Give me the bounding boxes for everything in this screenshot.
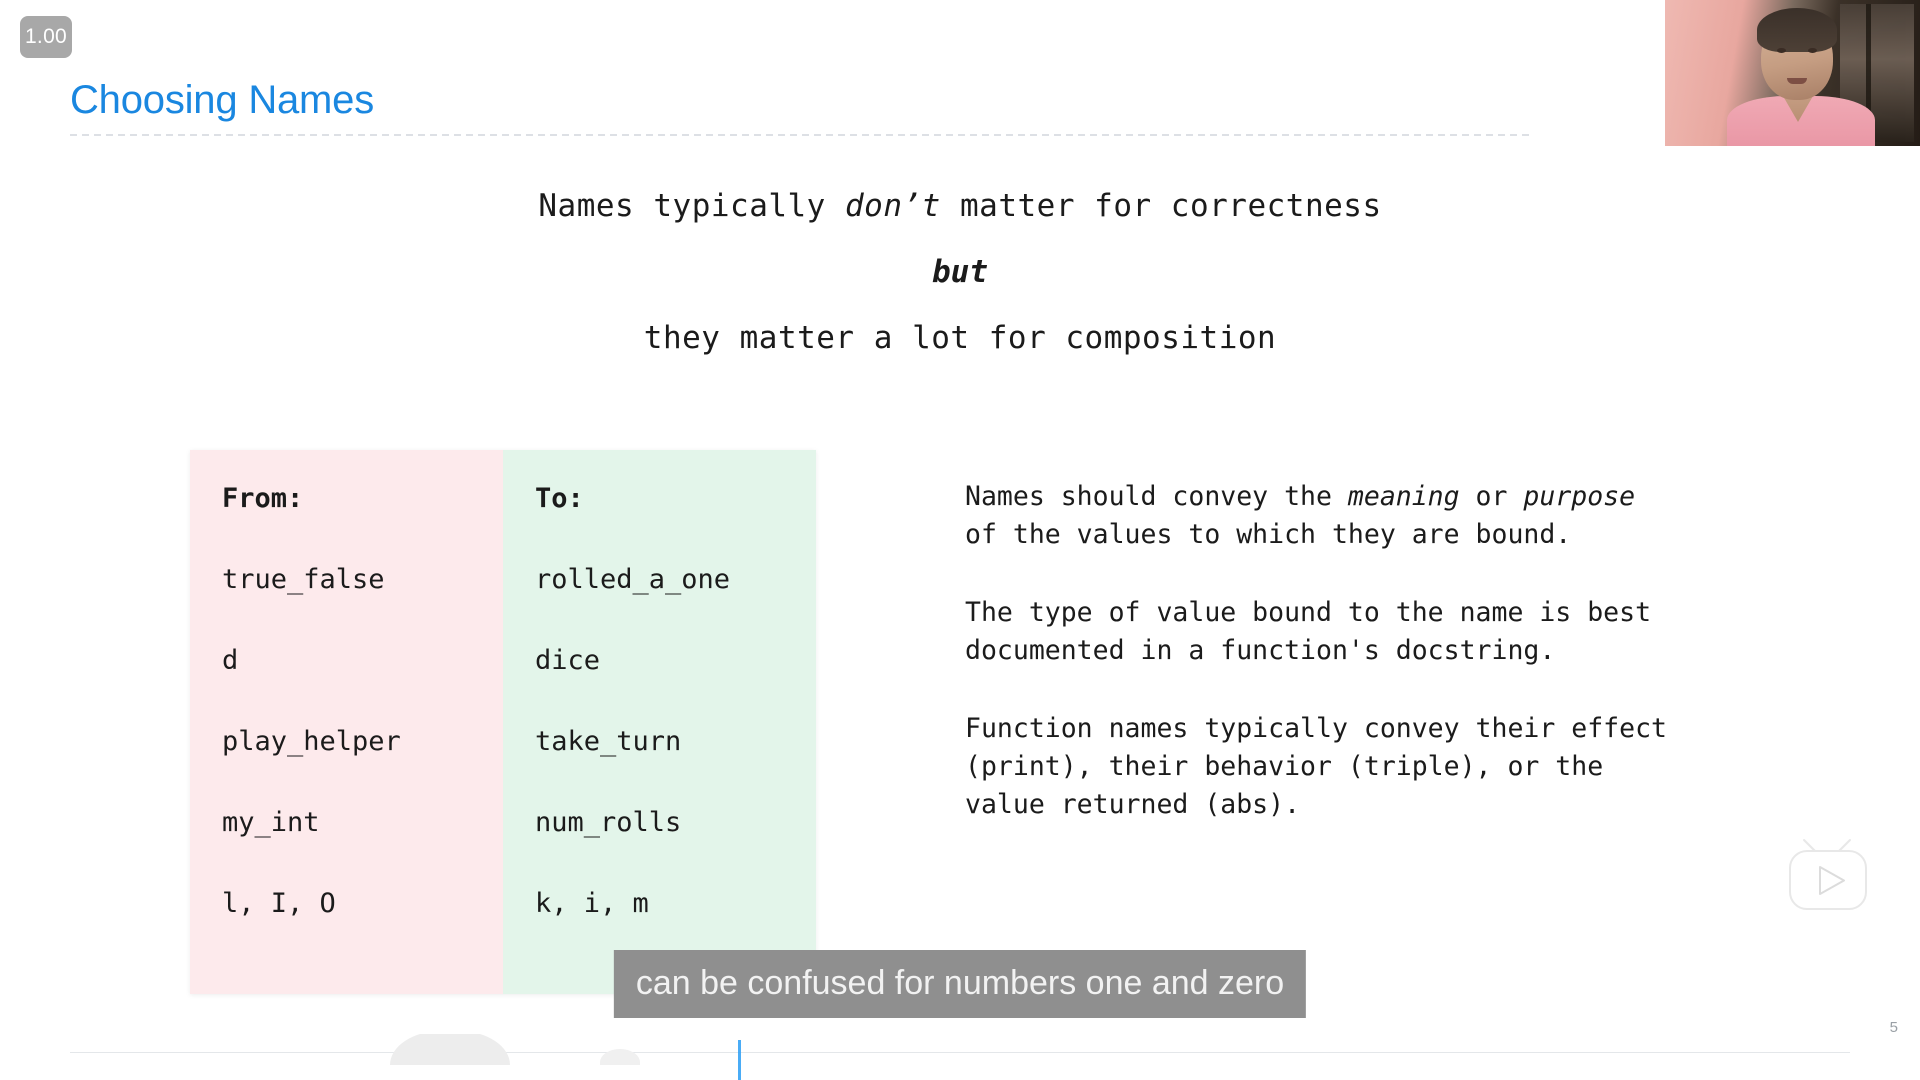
playhead-indicator[interactable] bbox=[738, 1040, 741, 1080]
waveform-baseline bbox=[70, 1052, 1850, 1053]
table-row: l, I, O bbox=[222, 888, 336, 919]
note-1-seg-1: Names should convey the bbox=[965, 481, 1348, 512]
note-paragraph-3: Function names typically convey their ef… bbox=[965, 713, 1667, 820]
note-1-seg-2: or bbox=[1459, 481, 1524, 512]
table-column-to: To: rolled_a_one dice take_turn num_roll… bbox=[503, 450, 816, 994]
table-row: d bbox=[222, 645, 239, 676]
webcam-presenter-eye-left bbox=[1777, 48, 1786, 53]
slide-intro-block: Names typically don’t matter for correct… bbox=[0, 188, 1920, 356]
webcam-presenter-mouth bbox=[1787, 78, 1807, 84]
intro-line-3: they matter a lot for composition bbox=[643, 320, 1277, 356]
note-1-seg-3: of the values to which they are bound. bbox=[965, 519, 1572, 550]
webcam-presenter-hair bbox=[1757, 8, 1837, 52]
table-column-from: From: true_false d play_helper my_int l,… bbox=[190, 450, 503, 994]
audio-waveform-strip[interactable] bbox=[0, 1034, 1920, 1080]
intro-line-2: but bbox=[932, 254, 988, 290]
table-header-from: From: bbox=[222, 483, 304, 514]
note-paragraph-2: The type of value bound to the name is b… bbox=[965, 597, 1652, 666]
note-1-emphasis-purpose: purpose bbox=[1523, 481, 1636, 512]
table-row: play_helper bbox=[222, 726, 401, 757]
table-row: my_int bbox=[222, 807, 320, 838]
note-1-emphasis-meaning: meaning bbox=[1347, 481, 1460, 512]
title-divider bbox=[70, 134, 1530, 136]
table-header-to: To: bbox=[535, 483, 584, 514]
intro-line-1-suffix: matter for correctness bbox=[940, 188, 1382, 224]
video-player-stage: 1.00 Choosing Names Names typically don’… bbox=[0, 0, 1920, 1080]
intro-line-1-emphasis: don’t bbox=[845, 188, 941, 224]
intro-line-1: Names typically don’t matter for correct… bbox=[0, 188, 1920, 224]
playback-speed-badge[interactable]: 1.00 bbox=[20, 16, 72, 58]
slide-notes: Names should convey the meaning or purpo… bbox=[965, 478, 1845, 824]
slide-title: Choosing Names bbox=[70, 78, 375, 122]
intro-line-1-prefix: Names typically bbox=[538, 188, 846, 224]
waveform-peak bbox=[390, 1034, 510, 1065]
table-row: dice bbox=[535, 645, 601, 676]
caption-text: can be confused for numbers one and zero bbox=[613, 950, 1307, 1018]
webcam-presenter-eye-right bbox=[1808, 48, 1817, 53]
note-paragraph-1: Names should convey the meaning or purpo… bbox=[965, 478, 1845, 554]
table-row: true_false bbox=[222, 564, 385, 595]
table-row: num_rolls bbox=[535, 807, 682, 838]
slide-number: 5 bbox=[1889, 1019, 1898, 1036]
table-row: take_turn bbox=[535, 726, 682, 757]
tv-play-icon-glyph bbox=[1789, 839, 1867, 910]
presenter-webcam-thumbnail[interactable] bbox=[1665, 0, 1920, 146]
tv-play-icon[interactable] bbox=[1782, 838, 1878, 916]
table-row: rolled_a_one bbox=[535, 564, 731, 595]
name-rewrite-table: From: true_false d play_helper my_int l,… bbox=[190, 450, 816, 994]
